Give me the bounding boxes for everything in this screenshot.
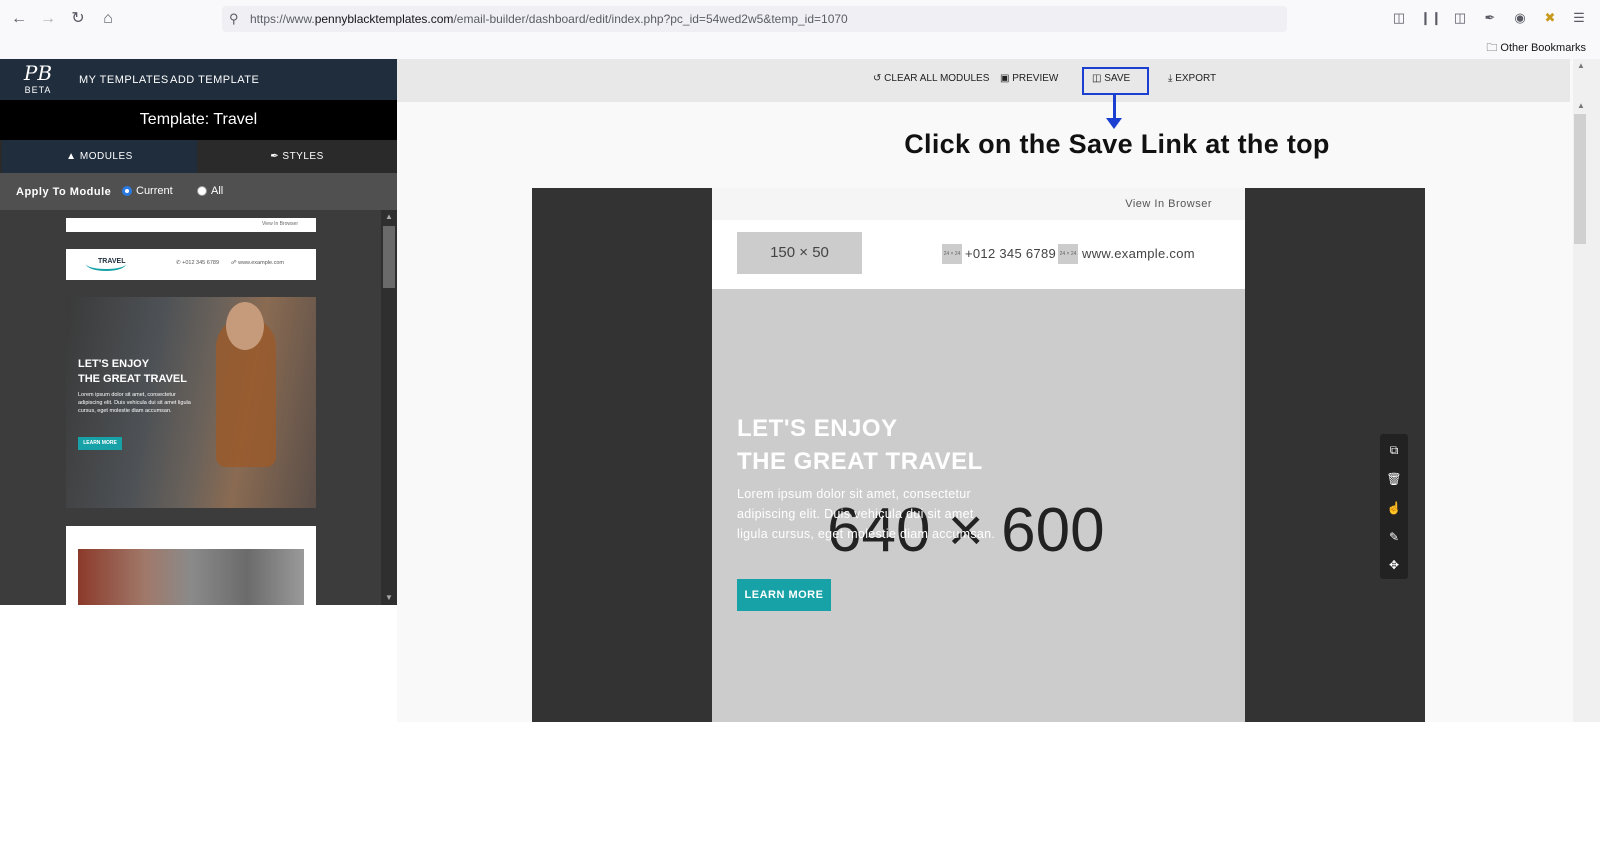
module-thumbnail[interactable]: View In Browser bbox=[66, 218, 316, 232]
logo-placeholder[interactable]: 150 × 50 bbox=[737, 232, 862, 274]
sidebar-icon[interactable]: ◫ bbox=[1451, 9, 1469, 27]
view-in-browser-link[interactable]: View In Browser bbox=[1125, 198, 1212, 210]
back-icon[interactable]: ← bbox=[9, 9, 29, 29]
builder-sidebar: PB BETA MY TEMPLATES ADD TEMPLATE Templa… bbox=[0, 59, 397, 605]
scrollbar-thumb[interactable] bbox=[1574, 114, 1586, 244]
module-list: View In Browser TRAVEL ✆ +012 345 6789 ☍… bbox=[0, 210, 381, 605]
thumb-phone: ✆ +012 345 6789 bbox=[176, 260, 219, 266]
clear-all-modules-button[interactable]: ↺ CLEAR ALL MODULES bbox=[873, 73, 989, 84]
preview-button[interactable]: ▣ PREVIEW bbox=[1000, 73, 1058, 84]
save-highlight-box bbox=[1082, 67, 1149, 95]
editor-scrollbar[interactable]: ▲ ▲ bbox=[1573, 59, 1600, 722]
email-template: View In Browser 150 × 50 24 × 24 +012 34… bbox=[712, 188, 1245, 722]
thumb-logo: TRAVEL bbox=[98, 258, 126, 265]
sidebar-tabs: ▲ MODULES ✒ STYLES bbox=[0, 140, 397, 173]
apply-to-module: Apply To Module Current All bbox=[0, 173, 397, 210]
web-icon-placeholder: 24 × 24 bbox=[1058, 244, 1078, 264]
search-icon: ⚲ bbox=[229, 11, 239, 26]
trash-icon[interactable]: 🗑 bbox=[1380, 468, 1408, 490]
thumb-hero-button: LEARN MORE bbox=[78, 437, 122, 450]
duplicate-icon[interactable]: ⧉ bbox=[1380, 439, 1408, 461]
pocket-icon[interactable]: ◫ bbox=[1390, 9, 1408, 27]
browser-toolbar: ← → ↻ ⌂ ⚲ https://www.pennyblacktemplate… bbox=[0, 0, 1600, 59]
address-bar[interactable]: ⚲ https://www.pennyblacktemplates.com/em… bbox=[222, 6, 1287, 32]
monitor-icon: ▣ bbox=[1000, 73, 1010, 84]
radio-all[interactable] bbox=[197, 186, 207, 196]
menu-icon[interactable]: ☰ bbox=[1570, 9, 1588, 27]
callout-text: Click on the Save Link at the top bbox=[904, 129, 1330, 159]
url-text: https://www.pennyblacktemplates.com/emai… bbox=[250, 12, 848, 26]
editor-area: ↺ CLEAR ALL MODULES ▣ PREVIEW ◫ SAVE ⤓ E… bbox=[397, 59, 1600, 722]
move-icon[interactable]: ✥ bbox=[1380, 554, 1408, 576]
cubes-icon: ▲ bbox=[66, 151, 77, 162]
nav-my-templates[interactable]: MY TEMPLATES bbox=[79, 74, 169, 86]
radio-current[interactable] bbox=[122, 186, 132, 196]
tab-styles[interactable]: ✒ STYLES bbox=[197, 140, 397, 173]
hand-icon[interactable]: ☝ bbox=[1380, 497, 1408, 519]
extension-icon[interactable]: ✖ bbox=[1541, 9, 1559, 27]
reload-icon[interactable]: ↻ bbox=[68, 9, 88, 29]
scroll-up-icon[interactable]: ▲ bbox=[381, 212, 397, 221]
website: www.example.com bbox=[1082, 246, 1195, 261]
module-thumbnail[interactable]: LET'S ENJOY THE GREAT TRAVEL Lorem ipsum … bbox=[66, 297, 316, 508]
reset-icon: ↺ bbox=[873, 73, 882, 84]
nav-add-template[interactable]: ADD TEMPLATE bbox=[170, 74, 259, 86]
hero-title: LET'S ENJOY THE GREAT TRAVEL bbox=[737, 415, 983, 475]
module-thumbnail[interactable]: TRAVEL ✆ +012 345 6789 ☍ www.example.com bbox=[66, 249, 316, 280]
scroll-up-icon[interactable]: ▲ bbox=[1573, 101, 1589, 110]
export-button[interactable]: ⤓ EXPORT bbox=[1168, 73, 1216, 84]
eyedropper-icon[interactable]: ✒ bbox=[1481, 9, 1499, 27]
editor-toolbar: ↺ CLEAR ALL MODULES ▣ PREVIEW ◫ SAVE ⤓ E… bbox=[397, 59, 1570, 102]
radio-all-label: All bbox=[211, 185, 224, 197]
paint-icon[interactable]: ✎ bbox=[1380, 526, 1408, 548]
module-thumbnail[interactable] bbox=[66, 526, 316, 605]
scrollbar-thumb[interactable] bbox=[383, 226, 395, 288]
scroll-up-icon[interactable]: ▲ bbox=[1573, 61, 1589, 70]
app-logo[interactable]: PB BETA bbox=[14, 61, 62, 99]
home-icon[interactable]: ⌂ bbox=[98, 9, 118, 29]
template-title: Template: Travel bbox=[0, 100, 397, 140]
thumb-hero-title: LET'S ENJOY THE GREAT TRAVEL bbox=[78, 358, 187, 385]
email-canvas: View In Browser 150 × 50 24 × 24 +012 34… bbox=[532, 188, 1425, 722]
folder-icon: 🗀 bbox=[1486, 42, 1498, 54]
callout-arrow bbox=[1113, 95, 1116, 120]
apply-label: Apply To Module bbox=[16, 186, 112, 198]
thumb-image bbox=[78, 549, 304, 605]
thumb-hero-text: Lorem ipsum dolor sit amet, consectetur … bbox=[78, 392, 191, 414]
phone-icon-placeholder: 24 × 24 bbox=[942, 244, 962, 264]
hero-text: Lorem ipsum dolor sit amet, consectetur … bbox=[737, 487, 996, 541]
scroll-down-icon[interactable]: ▼ bbox=[381, 593, 397, 602]
view-in-browser-module[interactable]: View In Browser bbox=[712, 188, 1245, 220]
download-icon: ⤓ bbox=[1168, 73, 1173, 84]
thumb-view-in-browser: View In Browser bbox=[261, 221, 298, 227]
learn-more-button[interactable]: LEARN MORE bbox=[737, 579, 831, 611]
thumb-web: ☍ www.example.com bbox=[231, 260, 284, 266]
other-bookmarks[interactable]: 🗀 Other Bookmarks bbox=[1486, 39, 1586, 58]
callout-arrow-head bbox=[1106, 118, 1122, 129]
module-tools: ⧉ 🗑 ☝ ✎ ✥ bbox=[1380, 434, 1408, 579]
extension-icon[interactable]: ◉ bbox=[1511, 9, 1529, 27]
phone-number: +012 345 6789 bbox=[965, 246, 1057, 261]
hero-module[interactable]: 640 × 600 LET'S ENJOY THE GREAT TRAVEL Lo… bbox=[712, 289, 1245, 722]
sidebar-scrollbar[interactable]: ▲ ▼ bbox=[381, 210, 397, 605]
library-icon[interactable]: ❙❙ bbox=[1420, 9, 1442, 27]
forward-icon[interactable]: → bbox=[38, 9, 58, 29]
tab-modules[interactable]: ▲ MODULES bbox=[2, 140, 197, 173]
brush-icon: ✒ bbox=[270, 151, 280, 162]
radio-current-label: Current bbox=[136, 185, 173, 197]
app-nav: PB BETA MY TEMPLATES ADD TEMPLATE bbox=[0, 59, 397, 100]
